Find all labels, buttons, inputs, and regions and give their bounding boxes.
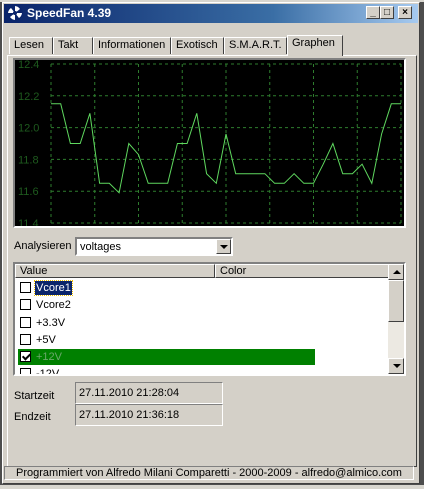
sensor-row-vcore2[interactable]: Vcore2 bbox=[18, 297, 315, 313]
analyze-dropdown-button[interactable] bbox=[216, 239, 231, 254]
chart-y-tick-label: 11.6 bbox=[18, 186, 39, 198]
sensor-row-3v3[interactable]: +3.3V bbox=[18, 315, 315, 331]
sensor-checkbox-minus12v[interactable] bbox=[20, 368, 31, 374]
sensor-label: Vcore1 bbox=[34, 280, 73, 296]
tab-takt[interactable]: Takt bbox=[53, 37, 93, 54]
end-time-field: 27.11.2010 21:36:18 bbox=[75, 404, 223, 426]
sensor-label: +5V bbox=[36, 334, 56, 346]
minimize-icon: _ bbox=[370, 7, 376, 18]
background-strip-bottom bbox=[0, 485, 424, 489]
sensor-row-vcore1[interactable]: Vcore1 bbox=[18, 280, 315, 296]
sensor-checkbox-vcore2[interactable] bbox=[20, 299, 31, 310]
scroll-thumb[interactable] bbox=[388, 280, 404, 322]
maximize-icon: □ bbox=[383, 7, 391, 18]
sensor-checkbox-vcore1[interactable] bbox=[20, 282, 31, 293]
tab-smart[interactable]: S.M.A.R.T. bbox=[224, 37, 287, 54]
scroll-down-button[interactable] bbox=[388, 358, 404, 374]
column-header-color[interactable]: Color bbox=[215, 264, 404, 278]
chart-y-tick-label: 12.4 bbox=[18, 60, 39, 71]
sensor-label: +12V bbox=[36, 351, 62, 363]
start-time-field: 27.11.2010 21:28:04 bbox=[75, 382, 223, 404]
tab-lesen[interactable]: Lesen bbox=[9, 37, 53, 54]
title-bar[interactable]: SpeedFan 4.39 _ □ × bbox=[4, 4, 418, 23]
sensor-list: Value Color Vcore1 Vcore2 +3.3V +5V +12V… bbox=[13, 262, 406, 376]
sensor-row-minus12v[interactable]: -12V bbox=[18, 366, 315, 376]
end-time-label: Endzeit bbox=[14, 411, 51, 423]
sensor-label: -12V bbox=[36, 368, 60, 376]
sensor-label: Vcore2 bbox=[36, 299, 71, 311]
analyze-label: Analysieren bbox=[14, 240, 72, 252]
tab-bar: Lesen Takt Informationen Exotisch S.M.A.… bbox=[7, 35, 417, 56]
maximize-button[interactable]: □ bbox=[380, 6, 394, 19]
analyze-select-value: voltages bbox=[80, 241, 121, 253]
chart-canvas: 12.4 12.2 12.0 11.8 11.6 11.4 bbox=[18, 60, 402, 226]
arrow-down-icon bbox=[393, 364, 401, 368]
sensor-checkbox-5v[interactable] bbox=[20, 334, 31, 345]
tab-graphen[interactable]: Graphen bbox=[287, 35, 343, 56]
analyze-select[interactable]: voltages bbox=[75, 237, 233, 256]
status-text: Programmiert von Alfredo Milani Comparet… bbox=[16, 467, 402, 479]
start-time-value: 27.11.2010 21:28:04 bbox=[79, 387, 180, 399]
voltage-graph: 12.4 12.2 12.0 11.8 11.6 11.4 bbox=[13, 58, 406, 228]
chart-y-tick-label: 11.4 bbox=[18, 218, 39, 226]
tab-informationen[interactable]: Informationen bbox=[93, 37, 171, 54]
start-time-label: Startzeit bbox=[14, 390, 55, 402]
chart-y-tick-label: 11.8 bbox=[18, 154, 39, 166]
tab-exotisch[interactable]: Exotisch bbox=[171, 37, 224, 54]
chevron-down-icon bbox=[220, 245, 228, 249]
sensor-row-5v[interactable]: +5V bbox=[18, 332, 315, 348]
window-title: SpeedFan 4.39 bbox=[27, 6, 112, 20]
list-scrollbar[interactable] bbox=[388, 264, 404, 374]
chart-y-tick-label: 12.2 bbox=[18, 91, 39, 103]
fan-icon bbox=[7, 5, 23, 21]
scroll-up-button[interactable] bbox=[388, 264, 404, 280]
sensor-checkbox-3v3[interactable] bbox=[20, 317, 31, 328]
end-time-value: 27.11.2010 21:36:18 bbox=[79, 409, 180, 421]
sensor-checkbox-12v[interactable] bbox=[20, 351, 31, 362]
sensor-row-12v[interactable]: +12V bbox=[18, 349, 315, 365]
chart-y-tick-label: 12.0 bbox=[18, 123, 39, 135]
status-bar: Programmiert von Alfredo Milani Comparet… bbox=[4, 466, 414, 480]
close-icon: × bbox=[402, 7, 408, 18]
arrow-up-icon bbox=[393, 270, 401, 274]
minimize-button[interactable]: _ bbox=[366, 6, 380, 19]
close-button[interactable]: × bbox=[398, 6, 412, 19]
column-header-value[interactable]: Value bbox=[15, 264, 215, 278]
sensor-label: +3.3V bbox=[36, 317, 66, 329]
